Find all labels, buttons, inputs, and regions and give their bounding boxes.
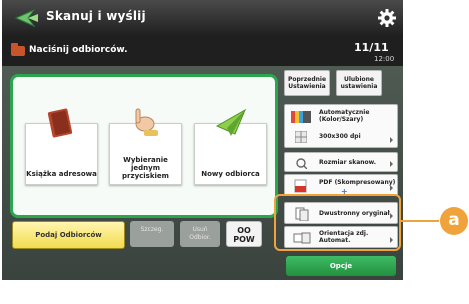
resolution-icon xyxy=(295,131,307,143)
resolution-value: 300x300 dpi xyxy=(319,133,361,140)
one-touch-button[interactable]: Wybieranie jednym przyciskiem xyxy=(109,108,182,185)
pdf-icon xyxy=(294,179,307,193)
color-mode-icon xyxy=(291,111,311,123)
recall-settings-button[interactable]: Poprzednie Ustawienia xyxy=(284,70,330,96)
details-button[interactable]: Szczeg. xyxy=(130,221,174,247)
color-mode-label-2: (Kolor/Szary) xyxy=(319,116,364,123)
scan-size-label: Rozmiar skanow. xyxy=(319,159,377,166)
scan-size-button[interactable]: Rozmiar skanow. xyxy=(284,152,398,172)
recipient-panel: Książka adresowa Wybieranie jednym przyc… xyxy=(10,74,278,218)
recipient-actions: Podaj Odbiorców Szczeg. Usuń Odbior. OO … xyxy=(2,218,272,252)
status-bar: Naciśnij odbiorców. 11/11 12:00 xyxy=(2,36,403,66)
file-format-button[interactable]: PDF (Skompresowany) + xyxy=(284,174,398,196)
screen: Skanuj i wyślij Naciśnij odbiorców. 11/1… xyxy=(0,0,469,304)
specify-recipients-button[interactable]: Podaj Odbiorców xyxy=(12,221,125,249)
oo-button[interactable]: OO POW xyxy=(226,221,262,247)
one-touch-label: Wybieranie jednym przyciskiem xyxy=(122,156,169,180)
address-book-icon xyxy=(47,108,73,138)
gear-icon[interactable] xyxy=(377,8,397,28)
highlight-frame xyxy=(274,194,401,251)
color-mode-label-1: Automatycznie xyxy=(319,109,370,116)
options-button[interactable]: Opcje xyxy=(286,256,396,276)
new-recipient-button[interactable]: Nowy odbiorca xyxy=(194,108,267,185)
clock-time: 11/11 xyxy=(354,41,389,54)
page-title: Skanuj i wyślij xyxy=(46,9,146,23)
send-icon[interactable] xyxy=(14,9,40,27)
folder-icon xyxy=(11,43,25,56)
scan-size-icon xyxy=(296,158,307,169)
callout-line xyxy=(401,220,439,222)
status-message: Naciśnij odbiorców. xyxy=(29,45,128,55)
callout-badge: a xyxy=(440,207,468,235)
new-recipient-icon xyxy=(215,108,247,136)
chevron-right-icon xyxy=(390,161,393,167)
chevron-right-icon xyxy=(390,185,393,191)
file-format-label: PDF (Skompresowany) xyxy=(319,179,396,186)
favorite-settings-button[interactable]: Ulubione ustawienia xyxy=(336,70,382,96)
delete-recipient-button[interactable]: Usuń Odbior. xyxy=(180,221,220,247)
address-book-button[interactable]: Książka adresowa xyxy=(25,108,98,185)
address-book-label: Książka adresowa xyxy=(26,170,97,178)
title-bar: Skanuj i wyślij xyxy=(2,0,403,36)
footer xyxy=(0,280,469,304)
clock-date: 12:00 xyxy=(374,55,395,63)
one-touch-icon xyxy=(135,108,158,136)
new-recipient-label: Nowy odbiorca xyxy=(201,170,260,178)
color-resolution-button[interactable]: Automatycznie (Kolor/Szary) 300x300 dpi xyxy=(284,104,398,148)
chevron-right-icon xyxy=(390,137,393,143)
